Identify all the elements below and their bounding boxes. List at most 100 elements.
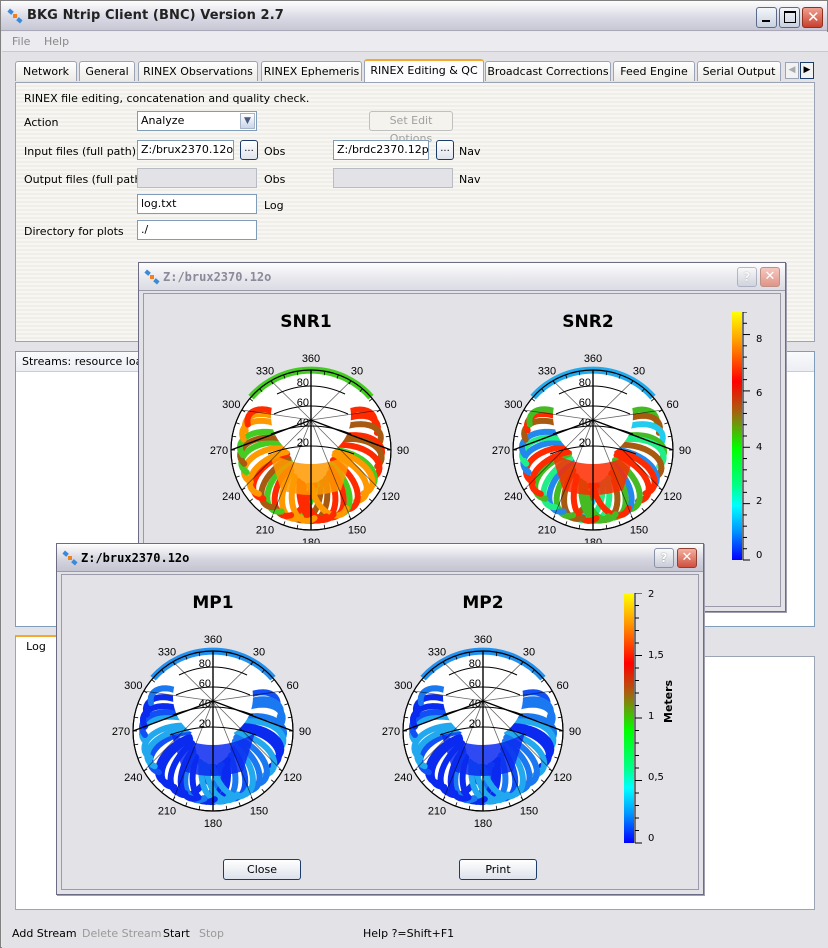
- log-file-field[interactable]: log.txt: [137, 194, 257, 214]
- tab-rinex-editing-qc[interactable]: RINEX Editing & QC: [364, 59, 484, 82]
- azimuth-label: 120: [381, 491, 399, 503]
- dialog-close-button[interactable]: ✕: [677, 548, 697, 568]
- azimuth-label: 270: [492, 445, 510, 457]
- mp-colorbar-tick: 2: [648, 589, 655, 600]
- tab-general[interactable]: General: [79, 61, 135, 81]
- title-bar: BKG Ntrip Client (BNC) Version 2.7 ✕: [1, 1, 827, 31]
- elevation-label: 40: [579, 417, 591, 429]
- snr-colorbar-tick: 0: [756, 550, 763, 561]
- elevation-label: 20: [297, 437, 309, 449]
- tab-log[interactable]: Log: [15, 635, 57, 657]
- output-files-label: Output files (full path): [24, 173, 146, 186]
- action-label: Action: [24, 116, 59, 129]
- menu-file[interactable]: File: [12, 35, 30, 48]
- action-select[interactable]: Analyze ▼: [137, 111, 257, 131]
- mp-dialog-content: MP1 MP2 360 30 60 90 120 150 180 210 240 270 300 33…: [61, 574, 699, 890]
- azimuth-label: 120: [553, 772, 571, 784]
- input-nav-field[interactable]: Z:/brdc2370.12p: [333, 140, 429, 160]
- elevation-label: 80: [297, 377, 309, 389]
- azimuth-label: 300: [222, 399, 240, 411]
- close-dialog-button[interactable]: Close: [223, 859, 301, 880]
- window-title: BKG Ntrip Client (BNC) Version 2.7: [27, 8, 284, 23]
- snr-colorbar-tick: 6: [756, 388, 763, 399]
- elevation-label: 20: [579, 437, 591, 449]
- azimuth-label: 90: [299, 726, 311, 738]
- elevation-label: 20: [469, 718, 481, 730]
- snr-colorbar-tick: 2: [756, 496, 763, 507]
- tab-scroll-right-button[interactable]: ▶: [800, 62, 814, 79]
- add-stream-button[interactable]: Add Stream: [12, 927, 77, 940]
- mp-dialog-title: Z:/brux2370.12o: [81, 551, 190, 565]
- azimuth-label: 240: [504, 491, 522, 503]
- mp1-title: MP1: [192, 593, 234, 613]
- plots-dir-field[interactable]: ./: [137, 220, 257, 240]
- azimuth-label: 330: [158, 646, 176, 658]
- azimuth-label: 240: [124, 772, 142, 784]
- azimuth-label: 180: [204, 818, 222, 830]
- help-button[interactable]: ?: [737, 267, 757, 287]
- azimuth-label: 330: [538, 365, 556, 377]
- delete-stream-button[interactable]: Delete Stream: [82, 927, 161, 940]
- output-obs-label: Obs: [264, 173, 286, 186]
- azimuth-label: 30: [633, 365, 645, 377]
- tab-rinex-ephemeris[interactable]: RINEX Ephemeris: [261, 61, 362, 81]
- azimuth-label: 300: [504, 399, 522, 411]
- menu-bar: File Help: [2, 32, 828, 52]
- azimuth-label: 180: [474, 818, 492, 830]
- close-button[interactable]: ✕: [802, 7, 823, 28]
- tab-scroll-left-button[interactable]: ◀: [785, 62, 799, 79]
- azimuth-label: 210: [538, 525, 556, 537]
- azimuth-label: 360: [474, 634, 492, 646]
- mp-colorbar-tick: 1: [648, 711, 655, 722]
- start-button[interactable]: Start: [163, 927, 190, 940]
- help-button[interactable]: ?: [654, 548, 674, 568]
- azimuth-label: 60: [557, 680, 569, 692]
- snr-dialog-title: Z:/brux2370.12o: [163, 270, 272, 284]
- output-obs-field[interactable]: [137, 168, 257, 188]
- browse-nav-button[interactable]: ...: [436, 140, 454, 160]
- print-button[interactable]: Print: [459, 859, 537, 880]
- tab-network[interactable]: Network: [15, 61, 77, 81]
- elevation-label: 60: [199, 678, 211, 690]
- menu-help[interactable]: Help: [44, 35, 69, 48]
- set-edit-options-button[interactable]: Set Edit Options: [369, 111, 453, 145]
- azimuth-label: 150: [250, 806, 268, 818]
- elevation-label: 80: [579, 377, 591, 389]
- minimize-button[interactable]: [756, 7, 777, 28]
- close-icon: ✕: [807, 8, 820, 26]
- azimuth-label: 150: [520, 806, 538, 818]
- input-obs-field[interactable]: Z:/brux2370.12o: [137, 140, 234, 160]
- help-shortcut-text: Help ?=Shift+F1: [363, 927, 455, 940]
- azimuth-label: 120: [283, 772, 301, 784]
- chevron-down-icon: ▼: [240, 113, 255, 129]
- azimuth-label: 300: [124, 680, 142, 692]
- maximize-button[interactable]: [779, 7, 800, 28]
- mp-dialog-title-bar: Z:/brux2370.12o ? ✕: [57, 544, 703, 572]
- satellite-icon: [62, 550, 78, 566]
- log-label: Log: [264, 199, 284, 212]
- tab-rinex-observations[interactable]: RINEX Observations: [138, 61, 258, 81]
- azimuth-label: 360: [204, 634, 222, 646]
- tab-broadcast-corrections[interactable]: Broadcast Corrections: [485, 61, 611, 81]
- dialog-close-button[interactable]: ✕: [760, 267, 780, 287]
- azimuth-label: 120: [663, 491, 681, 503]
- azimuth-label: 60: [385, 399, 397, 411]
- azimuth-label: 30: [523, 646, 535, 658]
- mp-colorbar-label: Meters: [662, 679, 675, 723]
- azimuth-label: 330: [256, 365, 274, 377]
- tab-feed-engine[interactable]: Feed Engine: [613, 61, 695, 81]
- mp2-polar-plot: 360 30 60 90 120 150 180 210 240 270 300 330 80 60 40 2…: [382, 634, 581, 830]
- azimuth-label: 210: [428, 806, 446, 818]
- snr2-title: SNR2: [562, 312, 614, 332]
- minimize-icon: [762, 20, 770, 22]
- stop-button[interactable]: Stop: [199, 927, 224, 940]
- browse-obs-button[interactable]: ...: [240, 140, 258, 160]
- output-nav-field[interactable]: [333, 168, 453, 188]
- azimuth-label: 90: [397, 445, 409, 457]
- bottom-toolbar: Add Stream Delete Stream Start Stop Help…: [2, 921, 828, 948]
- tab-serial-output[interactable]: Serial Output: [697, 61, 781, 81]
- azimuth-label: 60: [667, 399, 679, 411]
- azimuth-label: 90: [679, 445, 691, 457]
- maximize-icon: [784, 11, 796, 23]
- mp-colorbar-tick: 0: [648, 833, 655, 844]
